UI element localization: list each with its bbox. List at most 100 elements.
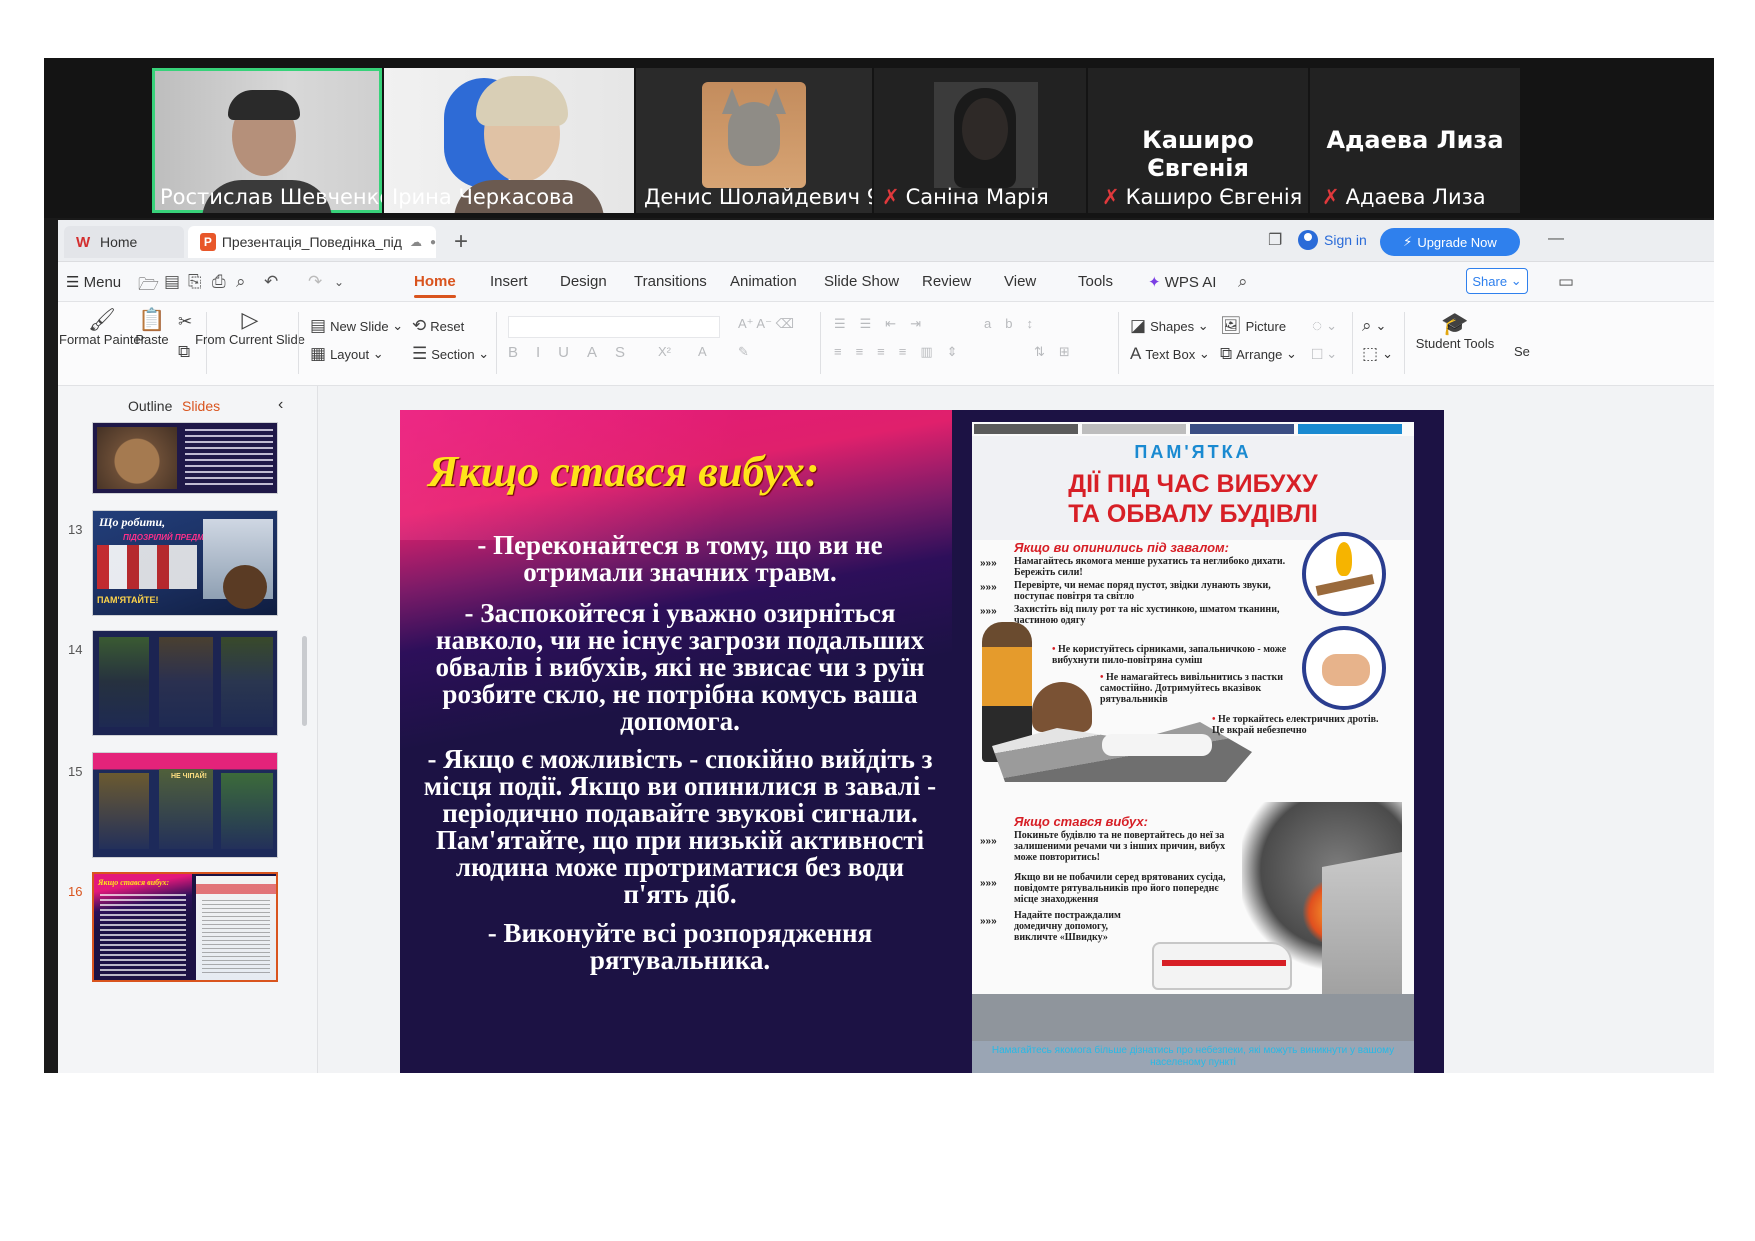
new-slide-button[interactable]: ▤ New Slide ⌄ (310, 316, 403, 336)
participant-tile[interactable]: Ростислав Шевченко (152, 68, 382, 213)
safety-poster-image[interactable]: ПАМ'ЯТКА ДІЇ ПІД ЧАС ВИБУХУ ТА ОБВАЛУ БУ… (972, 422, 1414, 1073)
minimize-icon[interactable]: — (1548, 230, 1564, 248)
from-current-slide-button[interactable]: ▷ From Current Slide (195, 309, 305, 348)
highlight-button[interactable]: ✎ (738, 344, 749, 360)
slide-paragraph[interactable]: - Виконуйте всі розпорядження рятувальни… (422, 920, 938, 974)
slide-thumbnail[interactable] (92, 422, 278, 494)
text-box-icon: A (1130, 344, 1142, 363)
print-icon[interactable]: ⎙ (212, 272, 226, 292)
tab-outline[interactable]: Outline (128, 398, 172, 414)
slide-thumbnail[interactable]: НЕ ЧІПАЙ! (92, 752, 278, 858)
chevrons-icon: »»» (980, 916, 997, 927)
copy-button[interactable]: ⧉ (178, 342, 194, 362)
participant-tile[interactable]: Ірина Черкасова (384, 68, 634, 213)
slide-thumbnail[interactable] (92, 630, 278, 736)
poster-bullet: • Не намагайтесь вивільнитись з пастки с… (1100, 672, 1284, 705)
paragraph-list-buttons[interactable]: ☰☰⇤⇥ (834, 316, 935, 332)
window-mode-icon[interactable]: ❐ (1268, 230, 1282, 250)
superscript-button[interactable]: X² (658, 344, 671, 359)
magnifier-icon: ⌕ (1362, 316, 1372, 335)
student-tools-button[interactable]: 🎓 Student Tools (1410, 313, 1500, 352)
menu-button[interactable]: ☰ Menu (66, 273, 121, 291)
redo-icon[interactable]: ↷ (308, 272, 322, 292)
shapes-button[interactable]: ◪ Shapes ⌄ (1130, 316, 1209, 336)
ribbon-toolbar: 🖌 Format Painter 📋 Paste ✂ ⧉ ▷ From Current… (58, 302, 1714, 386)
layout-button[interactable]: ▦ Layout ⌄ (310, 344, 384, 364)
tab-review[interactable]: Review (922, 273, 971, 290)
text-box-button[interactable]: A Text Box ⌄ (1130, 344, 1210, 364)
sign-in-button[interactable]: Sign in (1298, 230, 1367, 250)
ribbon-more-button[interactable]: Se (1514, 344, 1530, 359)
slide-thumbnail-panel: Outline Slides ‹ 13 Що робити, ПІДОЗРІЛИ… (58, 386, 318, 1073)
slide-title[interactable]: Якщо стався вибух: (428, 446, 819, 497)
find-button[interactable]: ⌕ ⌄ (1362, 316, 1386, 336)
font-family-select[interactable] (508, 316, 720, 338)
slide-paragraph[interactable]: - Переконайтеся в тому, що ви не отримал… (422, 532, 938, 586)
tab-design[interactable]: Design (560, 273, 607, 290)
text-direction-buttons[interactable]: ab↕ (984, 316, 1047, 331)
participant-tile[interactable]: ✗ Саніна Марія (874, 68, 1086, 213)
slide-paragraph[interactable]: - Якщо є можливість - спокійно вийдіть з… (422, 746, 938, 908)
upgrade-now-button[interactable]: ⚡ Upgrade Now (1380, 228, 1520, 256)
slide-paragraph[interactable]: - Заспокойтеся і уважно озирніться навко… (422, 600, 938, 735)
open-folder-icon[interactable]: 🗁 (138, 272, 159, 301)
paste-button[interactable]: 📋 Paste (130, 309, 174, 348)
tab-slide-show[interactable]: Slide Show (824, 273, 899, 290)
tab-transitions[interactable]: Transitions (634, 273, 707, 290)
tab-animation[interactable]: Animation (730, 273, 797, 290)
chevron-down-icon[interactable]: ⌄ (334, 275, 344, 289)
chevrons-icon: »»» (980, 582, 997, 593)
line-spacing-buttons[interactable]: ⇅⊞ (1034, 344, 1084, 360)
outline-button[interactable]: □ ⌄ (1312, 344, 1337, 364)
comment-icon[interactable]: ▭ (1558, 272, 1574, 292)
reset-button[interactable]: ⟲ Reset (412, 316, 464, 336)
scissors-icon: ✂ (178, 312, 193, 331)
slide-thumbnail[interactable]: Що робити, ПІДОЗРІЛИЙ ПРЕДМЕТ? ПАМ'ЯТАЙТ… (92, 510, 278, 616)
chevrons-icon: »»» (980, 558, 997, 569)
zoom-meeting-window: Ростислав Шевченко Ірина Черкасова Денис… (44, 58, 1714, 1073)
participant-tile[interactable]: Денис Шолайдевич 9 к... (636, 68, 872, 213)
poster-bar (1190, 424, 1294, 434)
section-button[interactable]: ☰ Section ⌄ (412, 344, 489, 364)
participant-tile[interactable]: Каширо Євгенія ✗ Каширо Євгенія (1088, 68, 1308, 213)
participant-tile[interactable]: Адаева Лиза ✗ Адаева Лиза (1310, 68, 1520, 213)
slide-number: 15 (68, 764, 83, 779)
cut-button[interactable]: ✂ (178, 312, 196, 332)
font-style-buttons[interactable]: BIUAS (508, 344, 643, 361)
tab-home-ribbon[interactable]: Home (414, 273, 456, 298)
slide-number: 14 (68, 642, 83, 657)
save-icon[interactable]: ▤ (164, 272, 180, 292)
select-button[interactable]: ⬚ ⌄ (1362, 344, 1393, 364)
slide-canvas[interactable]: Якщо стався вибух: - Переконайтеся в том… (400, 410, 1444, 1073)
panel-scrollbar[interactable] (302, 636, 307, 726)
picture-button[interactable]: 🖼 Picture (1220, 316, 1286, 336)
sparkle-icon: ✦ (1148, 274, 1161, 291)
tab-home[interactable]: W Home (64, 226, 184, 258)
collapse-panel-icon[interactable]: ‹ (278, 396, 283, 414)
muted-mic-icon: ✗ (1102, 185, 1120, 209)
participant-display-name: Адаева Лиза (1326, 126, 1504, 154)
font-size-increase-button[interactable]: A⁺ A⁻ ⌫ (738, 316, 794, 332)
poster-item: Надайте постраждалим домедичну допомогу,… (1014, 910, 1121, 943)
share-button[interactable]: Share ⌄ (1466, 268, 1528, 294)
arrange-button[interactable]: ⧉ Arrange ⌄ (1220, 344, 1297, 364)
format-painter-button[interactable]: 🖌 Format Painter (59, 309, 145, 348)
export-icon[interactable]: ⎘ (188, 272, 202, 292)
print-preview-icon[interactable]: ⌕ (236, 272, 246, 292)
new-tab-button[interactable]: + (454, 228, 468, 256)
tab-tools[interactable]: Tools (1078, 273, 1113, 290)
wps-ai-button[interactable]: ✦ WPS AI (1148, 273, 1216, 291)
paragraph-align-buttons[interactable]: ≡≡≡≡▥⇕ (834, 344, 972, 360)
undo-icon[interactable]: ↶ (264, 272, 278, 292)
tab-document[interactable]: P Презентація_Поведінка_під ☁ ● (188, 226, 436, 258)
slide-thumbnail-selected[interactable]: Якщо стався вибух: (92, 872, 278, 982)
thumbnail-panel (221, 773, 273, 849)
font-color-button[interactable]: A (698, 344, 707, 359)
tab-insert[interactable]: Insert (490, 273, 528, 290)
tab-view[interactable]: View (1004, 273, 1036, 290)
tab-slides[interactable]: Slides (182, 398, 220, 414)
fill-button[interactable]: ◌ ⌄ (1312, 316, 1337, 336)
search-icon[interactable]: ⌕ (1238, 272, 1248, 292)
poster-title-line: ТА ОБВАЛУ БУДІВЛІ (1068, 500, 1318, 528)
poster-bullet: • Не користуйтесь сірниками, запальничко… (1052, 644, 1287, 666)
